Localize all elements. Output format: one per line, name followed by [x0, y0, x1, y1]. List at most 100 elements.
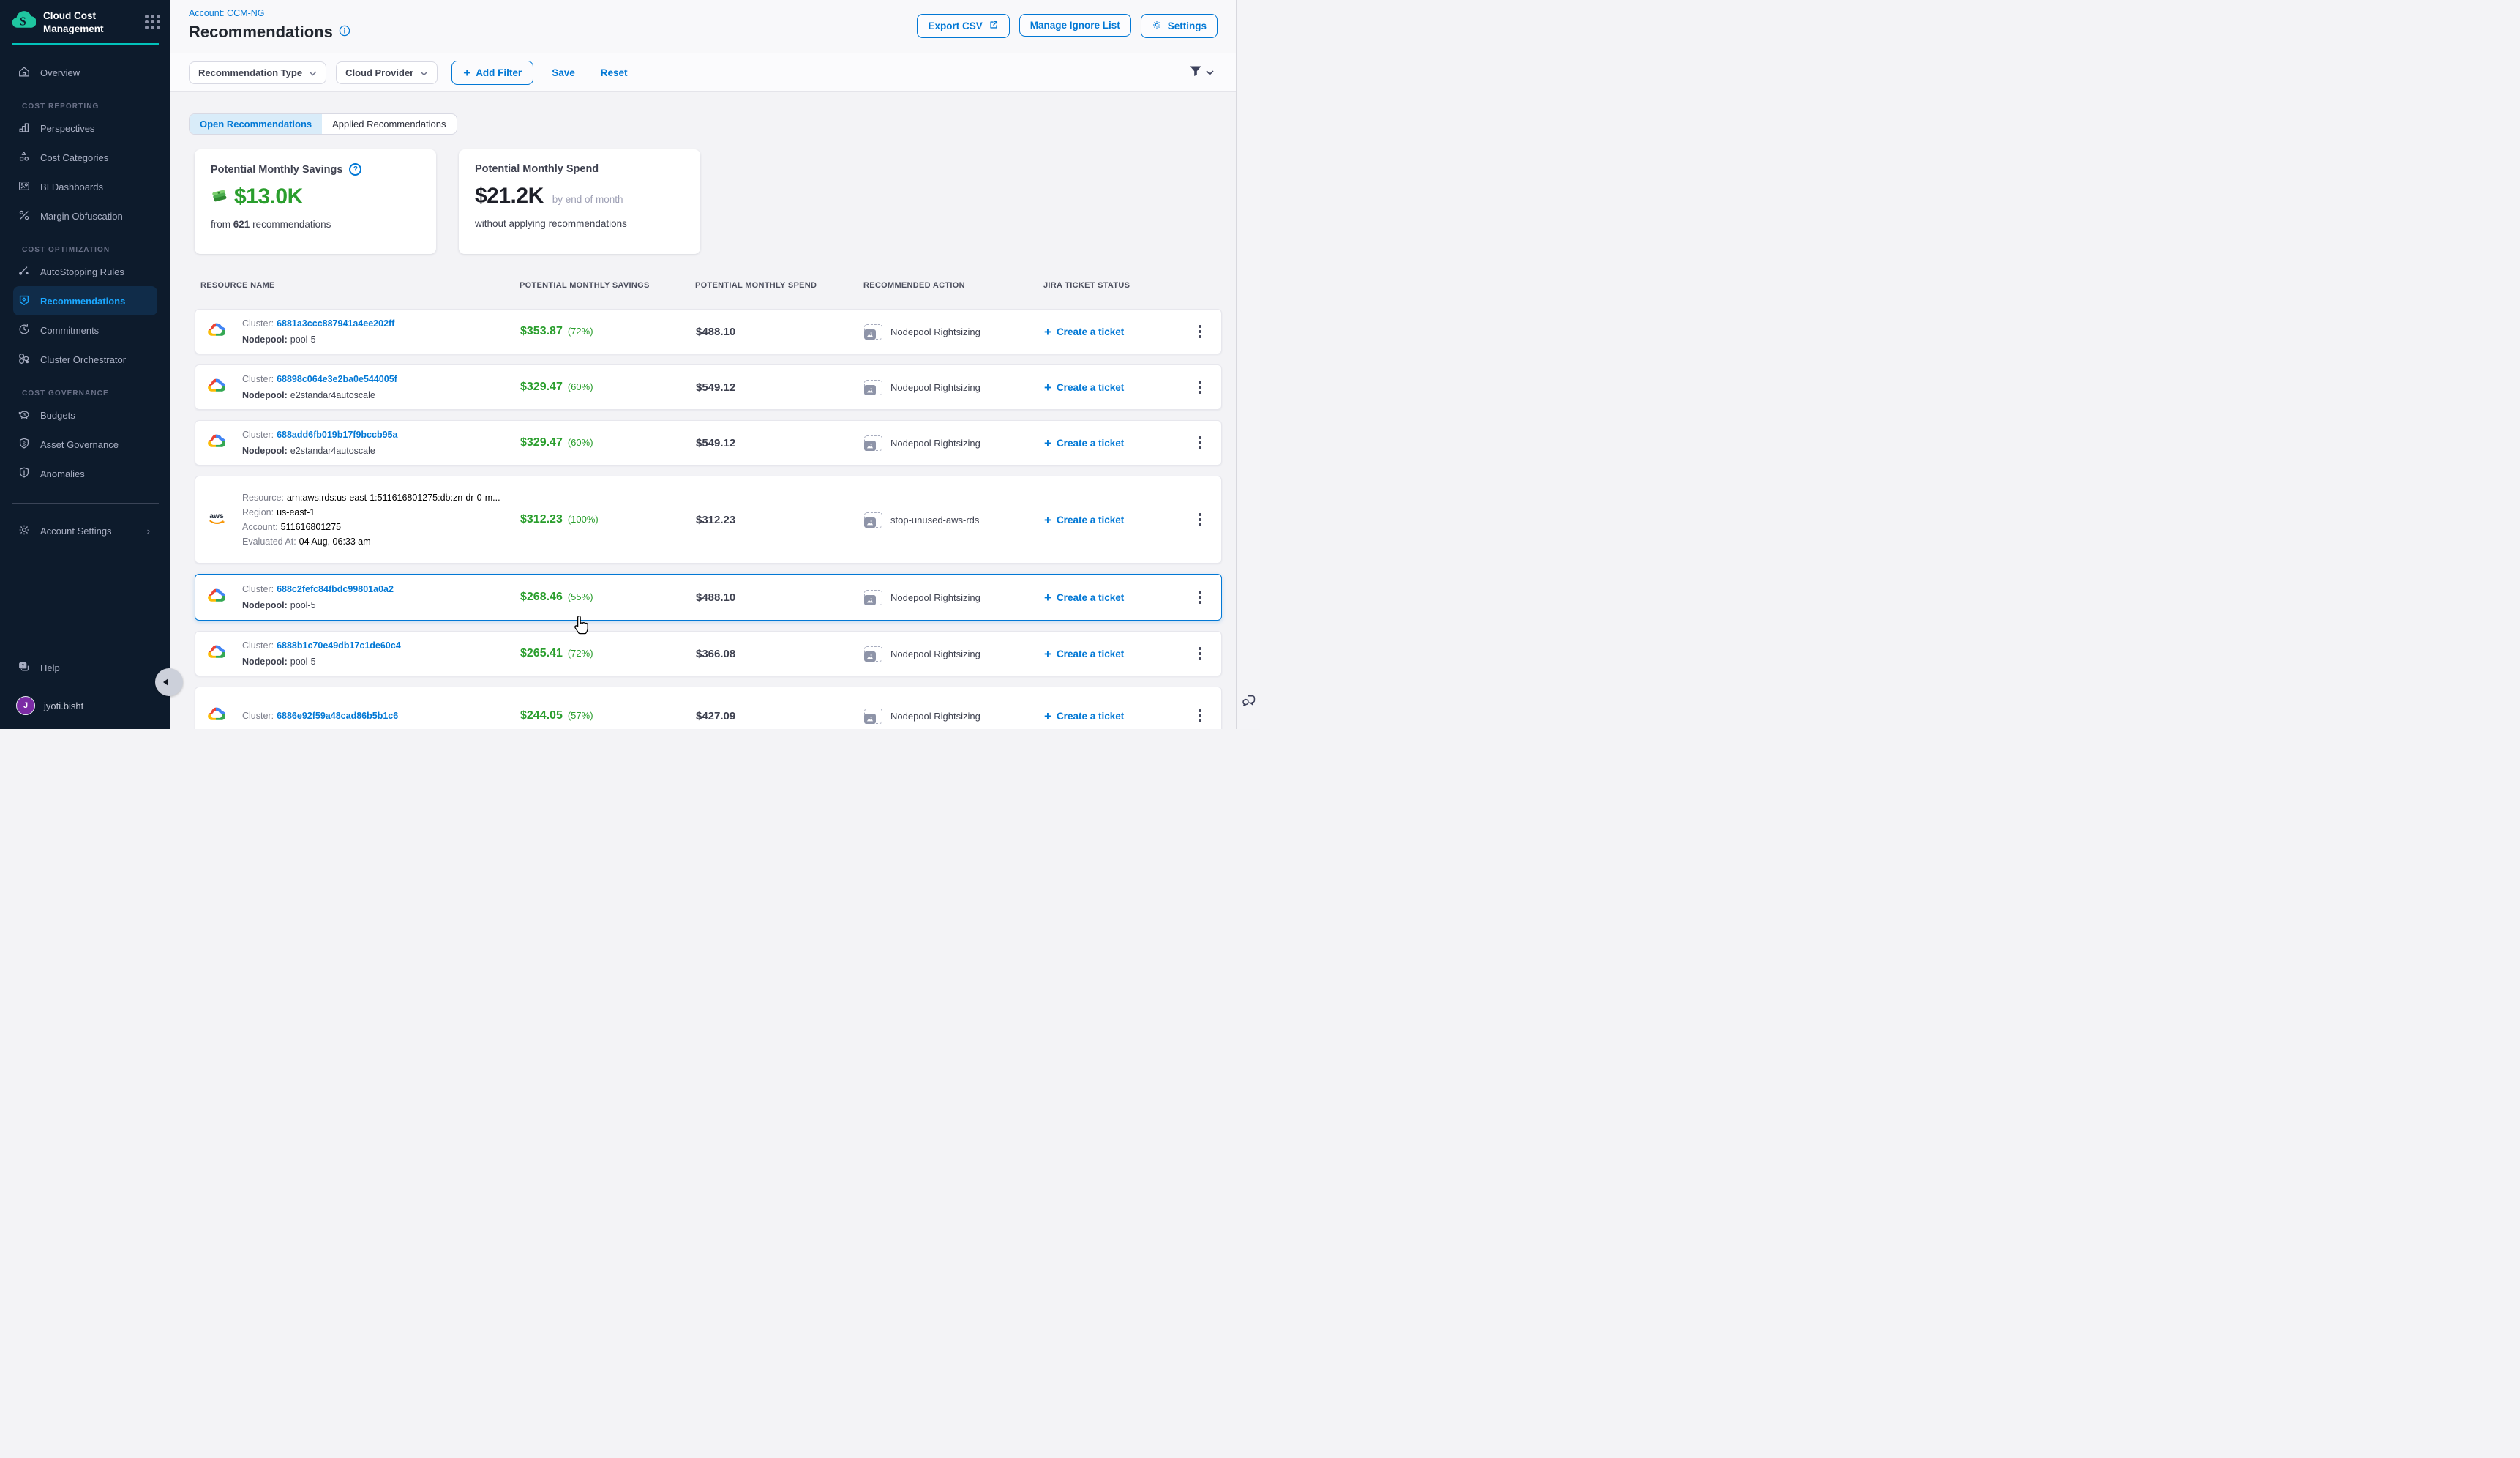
cluster-link[interactable]: 6886e92f59a48cad86b5b1c6	[277, 711, 398, 721]
table-row[interactable]: Cluster:68898c064e3e2ba0e544005f Nodepoo…	[195, 364, 1222, 410]
row-menu-button[interactable]	[1194, 321, 1223, 343]
chevron-down-icon	[420, 67, 428, 78]
table-row[interactable]: Cluster:688add6fb019b17f9bccb95a Nodepoo…	[195, 420, 1222, 466]
plus-icon: +	[463, 67, 470, 79]
card-title: Potential Monthly Savings	[211, 164, 342, 176]
sidebar-divider	[12, 503, 159, 504]
create-ticket-button[interactable]: +Create a ticket	[1044, 381, 1194, 394]
row-menu-button[interactable]	[1194, 376, 1223, 398]
row-menu-button[interactable]	[1194, 643, 1223, 665]
sidebar-collapse-handle[interactable]	[155, 668, 183, 696]
collapse-arrow-icon	[163, 678, 168, 686]
sidebar-item-cost-categories[interactable]: Cost Categories	[13, 143, 157, 172]
sidebar-item-label: Anomalies	[40, 468, 85, 479]
table-row[interactable]: Resource:arn:aws:rds:us-east-1:511616801…	[195, 476, 1222, 564]
svg-text:?: ?	[21, 663, 24, 668]
col-jira-ticket-status: JIRA TICKET STATUS	[1043, 281, 1193, 290]
autostopping-icon	[18, 264, 31, 280]
rightsizing-icon	[864, 590, 882, 605]
create-ticket-button[interactable]: +Create a ticket	[1044, 591, 1194, 604]
aws-icon	[207, 517, 226, 529]
question-icon[interactable]: ?	[349, 163, 361, 176]
reset-filter-link[interactable]: Reset	[601, 67, 628, 78]
spend-note: without applying recommendations	[475, 218, 684, 229]
sidebar-item-asset-governance[interactable]: $ Asset Governance	[13, 430, 157, 459]
cluster-link[interactable]: 688add6fb019b17f9bccb95a	[277, 430, 397, 440]
summary-cards: Potential Monthly Savings ? $13.0K from …	[195, 149, 1222, 254]
filter-panel-toggle[interactable]	[1188, 64, 1214, 81]
row-menu-button[interactable]	[1194, 432, 1223, 454]
create-ticket-button[interactable]: +Create a ticket	[1044, 437, 1194, 449]
sidebar-item-perspectives[interactable]: Perspectives	[13, 113, 157, 143]
main-area: Account: CCM-NG Recommendations Export C…	[170, 0, 1236, 729]
rightsizing-icon	[864, 646, 882, 662]
cluster-link[interactable]: 6881a3ccc887941a4ee202ff	[277, 318, 394, 329]
cloud-provider-dropdown[interactable]: Cloud Provider	[336, 61, 438, 84]
section-cost-optimization: COST OPTIMIZATION	[0, 246, 170, 254]
row-menu-button[interactable]	[1194, 586, 1223, 608]
create-ticket-button[interactable]: +Create a ticket	[1044, 710, 1194, 722]
sidebar-item-label: AutoStopping Rules	[40, 266, 124, 277]
breadcrumb-account-link[interactable]: Account: CCM-NG	[189, 8, 350, 18]
gcp-icon	[207, 384, 225, 397]
sidebar-item-recommendations[interactable]: Recommendations	[13, 286, 157, 315]
tab-applied-recommendations[interactable]: Applied Recommendations	[322, 114, 456, 134]
sidebar-item-autostopping-rules[interactable]: AutoStopping Rules	[13, 257, 157, 286]
chevron-down-icon	[309, 67, 317, 78]
sidebar-item-anomalies[interactable]: Anomalies	[13, 459, 157, 488]
rightsizing-icon	[864, 324, 882, 340]
filter-bar: Recommendation Type Cloud Provider + Add…	[170, 53, 1236, 92]
info-icon[interactable]	[339, 25, 350, 40]
add-filter-button[interactable]: + Add Filter	[451, 61, 533, 85]
create-ticket-button[interactable]: +Create a ticket	[1044, 326, 1194, 338]
tab-open-recommendations[interactable]: Open Recommendations	[190, 114, 322, 134]
help-button[interactable]: ? Help	[13, 653, 157, 682]
avatar: J	[16, 696, 35, 715]
create-ticket-button[interactable]: +Create a ticket	[1044, 514, 1194, 526]
save-filter-link[interactable]: Save	[552, 67, 575, 78]
manage-ignore-list-button[interactable]: Manage Ignore List	[1019, 14, 1131, 37]
table-row[interactable]: Cluster:6886e92f59a48cad86b5b1c6 $244.05…	[195, 687, 1222, 729]
plus-icon: +	[1044, 437, 1051, 449]
user-menu[interactable]: J jyoti.bisht	[13, 692, 157, 719]
settings-button[interactable]: Settings	[1141, 14, 1218, 38]
row-menu-button[interactable]	[1194, 705, 1223, 727]
hexagons-gear-icon	[18, 352, 31, 367]
sidebar-item-overview[interactable]: Overview	[13, 58, 157, 87]
sidebar-item-bi-dashboards[interactable]: BI Dashboards	[13, 172, 157, 201]
sidebar-item-label: Account Settings	[40, 526, 112, 537]
rightsizing-icon	[864, 435, 882, 451]
sidebar-item-cluster-orchestrator[interactable]: Cluster Orchestrator	[13, 345, 157, 374]
cluster-link[interactable]: 68898c064e3e2ba0e544005f	[277, 374, 397, 384]
chat-support-icon[interactable]	[1240, 693, 1256, 713]
potential-monthly-spend-card: Potential Monthly Spend $21.2K by end of…	[459, 149, 700, 254]
sidebar-item-label: Commitments	[40, 325, 99, 336]
external-link-icon	[989, 20, 999, 32]
percent-icon	[18, 209, 31, 224]
table-row[interactable]: Cluster:6888b1c70e49db17c1de60c4 Nodepoo…	[195, 631, 1222, 676]
export-csv-button[interactable]: Export CSV	[917, 14, 1009, 38]
card-title: Potential Monthly Spend	[475, 163, 599, 175]
sidebar-item-margin-obfuscation[interactable]: Margin Obfuscation	[13, 201, 157, 231]
gcp-icon	[207, 440, 225, 452]
bar-chart-icon	[18, 121, 31, 136]
sidebar-nav: Overview COST REPORTING Perspectives Cos…	[0, 45, 170, 545]
sidebar-item-commitments[interactable]: Commitments	[13, 315, 157, 345]
gcp-icon	[207, 594, 225, 607]
table-row[interactable]: Cluster:6881a3ccc887941a4ee202ff Nodepoo…	[195, 309, 1222, 354]
right-rail	[1236, 0, 1260, 729]
create-ticket-button[interactable]: +Create a ticket	[1044, 648, 1194, 660]
app-switcher-icon[interactable]	[145, 15, 160, 29]
section-cost-reporting: COST REPORTING	[0, 102, 170, 111]
table-row-selected[interactable]: Cluster:688c2fefc84fbdc99801a0a2 Nodepoo…	[195, 574, 1222, 621]
sidebar-item-budgets[interactable]: $ Budgets	[13, 400, 157, 430]
cluster-link[interactable]: 6888b1c70e49db17c1de60c4	[277, 640, 401, 651]
col-recommended-action: RECOMMENDED ACTION	[863, 281, 1043, 290]
sidebar-item-account-settings[interactable]: Account Settings ›	[13, 516, 157, 545]
cluster-link[interactable]: 688c2fefc84fbdc99801a0a2	[277, 584, 394, 594]
sidebar: $ Cloud Cost Management Overview COST RE…	[0, 0, 170, 729]
shield-dollar-icon: $	[18, 437, 31, 452]
recommendation-type-dropdown[interactable]: Recommendation Type	[189, 61, 326, 84]
row-menu-button[interactable]	[1194, 509, 1223, 531]
sidebar-item-label: Recommendations	[40, 296, 125, 307]
